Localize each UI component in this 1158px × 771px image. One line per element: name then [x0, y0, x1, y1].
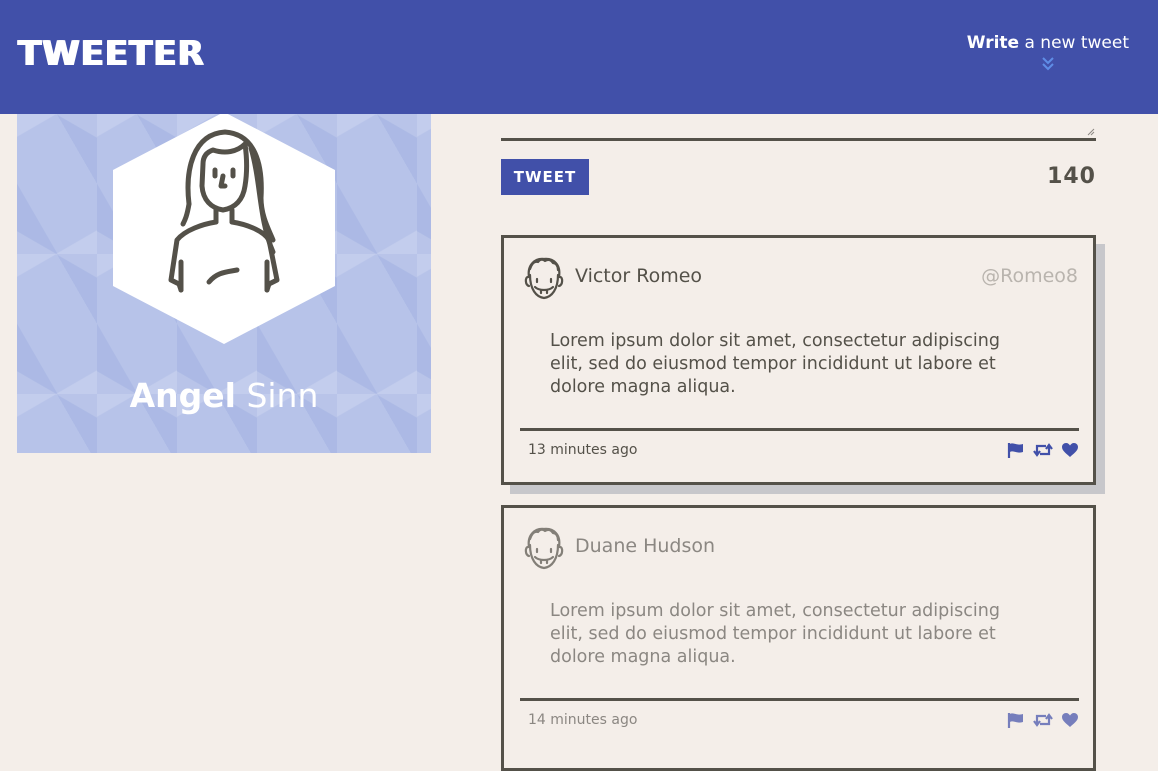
profile-avatar — [113, 114, 335, 344]
double-chevron-down-icon[interactable] — [1041, 56, 1055, 72]
tweet-divider — [520, 428, 1079, 431]
tweet-textarea[interactable] — [501, 114, 1096, 141]
heart-icon[interactable] — [1061, 712, 1079, 728]
profile-card: Angel Sinn — [17, 114, 431, 453]
tweet-body: Lorem ipsum dolor sit amet, consectetur … — [550, 331, 1000, 397]
tweet-divider — [520, 698, 1079, 701]
profile-name: Angel Sinn — [17, 376, 431, 416]
retweet-icon[interactable] — [1033, 442, 1053, 458]
top-nav: TWEETER Write a new tweet — [0, 0, 1158, 114]
tweet-author: Duane Hudson — [575, 535, 716, 557]
write-tweet-label-rest: a new tweet — [1019, 33, 1129, 53]
tweet-timestamp: 13 minutes ago — [528, 442, 638, 458]
tweet-card: Duane Hudson Lorem ipsum dolor sit amet,… — [501, 505, 1096, 771]
tweet-submit-button[interactable]: TWEET — [501, 159, 589, 195]
retweet-icon[interactable] — [1033, 712, 1053, 728]
tweet-author: Victor Romeo — [575, 265, 703, 287]
user-avatar-icon — [524, 257, 564, 300]
user-avatar-icon — [524, 527, 564, 570]
write-tweet-label-strong: Write — [966, 33, 1020, 53]
profile-last-name: Sinn — [235, 376, 319, 415]
flag-icon[interactable] — [1007, 442, 1025, 458]
tweet-actions — [1007, 442, 1079, 458]
tweet-timestamp: 14 minutes ago — [528, 712, 638, 728]
heart-icon[interactable] — [1061, 442, 1079, 458]
profile-first-name: Angel — [129, 376, 236, 415]
tweet-handle[interactable]: @Romeo8 — [981, 265, 1078, 287]
tweet-card: Victor Romeo @Romeo8 Lorem ipsum dolor s… — [501, 235, 1096, 485]
flag-icon[interactable] — [1007, 712, 1025, 728]
tweet-body: Lorem ipsum dolor sit amet, consectetur … — [550, 601, 1000, 667]
resize-handle-icon[interactable] — [1087, 128, 1095, 136]
tweet-actions — [1007, 712, 1079, 728]
app-logo[interactable]: TWEETER — [18, 36, 205, 72]
write-tweet-toggle[interactable]: Write a new tweet — [967, 31, 1129, 72]
write-tweet-label: Write a new tweet — [967, 31, 1129, 55]
avatar-hexagon — [113, 114, 335, 344]
character-counter: 140 — [1047, 164, 1096, 189]
